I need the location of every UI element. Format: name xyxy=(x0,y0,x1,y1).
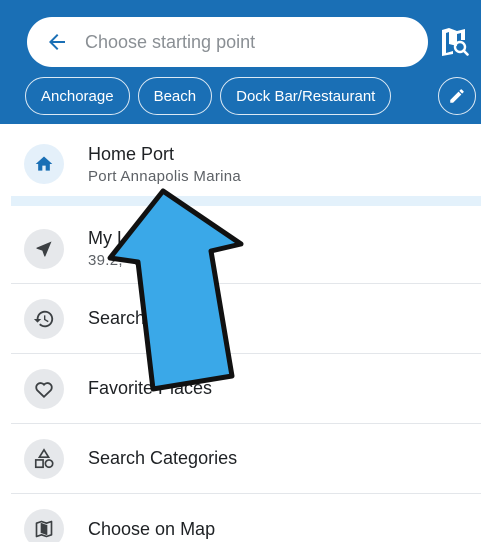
chip-beach[interactable]: Beach xyxy=(137,77,213,115)
map-search-button[interactable] xyxy=(436,22,472,62)
map-icon xyxy=(35,520,53,538)
category-chips: Anchorage Beach Dock Bar/Restaurant xyxy=(25,77,392,115)
home-port-title: Home Port xyxy=(88,143,175,164)
home-icon-badge xyxy=(24,144,64,184)
back-button[interactable] xyxy=(33,17,81,67)
chip-dock-bar-restaurant[interactable]: Dock Bar/Restaurant xyxy=(220,77,392,115)
my-location-coordinates: 39.2, -76.480513 xyxy=(88,252,207,269)
edit-chips-button[interactable] xyxy=(438,77,476,115)
list-item-search-history[interactable]: Search History xyxy=(11,284,481,354)
list-item-favorite-places[interactable]: Favorite Places xyxy=(11,354,481,424)
list-item-my-location[interactable]: My Location 39.2, -76.480513 xyxy=(11,214,481,284)
categories-icon-badge xyxy=(24,438,64,479)
history-icon-badge xyxy=(24,298,64,339)
my-location-title: My Location xyxy=(88,228,186,248)
list-item-choose-on-map[interactable]: Choose on Map xyxy=(11,494,481,542)
home-icon xyxy=(35,156,53,171)
shapes-icon xyxy=(34,447,54,468)
search-input[interactable]: Choose starting point xyxy=(85,32,255,53)
location-icon-badge xyxy=(24,228,64,269)
map-icon-badge xyxy=(24,509,64,542)
pencil-icon xyxy=(450,89,464,103)
list-item-home-port[interactable]: Home Port Port Annapolis Marina xyxy=(11,124,481,204)
heart-icon xyxy=(35,381,53,398)
chip-anchorage[interactable]: Anchorage xyxy=(25,77,130,115)
home-port-subtitle: Port Annapolis Marina xyxy=(88,167,242,185)
choose-on-map-title: Choose on Map xyxy=(88,518,216,539)
search-bar[interactable]: Choose starting point xyxy=(27,17,428,67)
favorites-icon-badge xyxy=(24,368,64,409)
map-search-icon xyxy=(442,28,469,56)
search-history-title: Search History xyxy=(88,308,207,328)
favorite-places-title: Favorite Places xyxy=(88,378,213,398)
navigation-arrow-icon xyxy=(36,241,52,256)
start-point-options: Home Port Port Annapolis Marina My Locat… xyxy=(11,124,481,542)
arrow-left-icon xyxy=(49,34,65,50)
list-item-search-categories[interactable]: Search Categories xyxy=(11,424,481,494)
search-categories-title: Search Categories xyxy=(88,448,238,468)
history-icon xyxy=(33,310,54,327)
top-bar: Choose starting point Anchorage Beach Do… xyxy=(0,0,481,124)
